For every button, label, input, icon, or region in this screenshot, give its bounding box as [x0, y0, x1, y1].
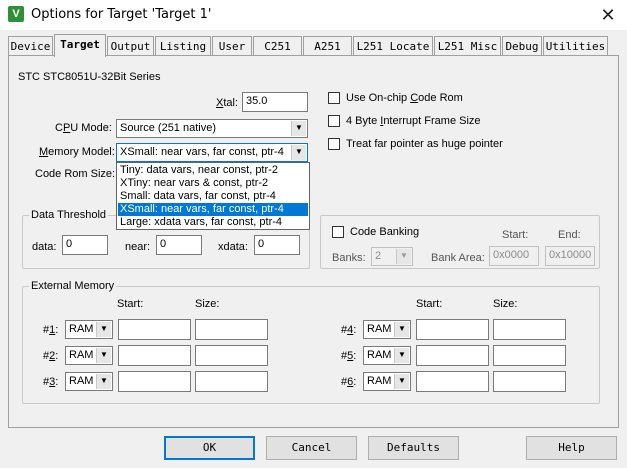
ext-mem-size-input[interactable]: [493, 345, 566, 366]
use-onchip-rom-label: Use On-chip Code Rom: [346, 92, 463, 104]
ext-size-header-left: Size:: [195, 298, 220, 310]
code-banking-label: Code Banking: [350, 226, 420, 238]
data-threshold-input[interactable]: 0: [62, 235, 108, 255]
ext-start-header-left: Start:: [117, 298, 144, 310]
ext-mem-size-input[interactable]: [195, 371, 268, 392]
ext-mem-start-input[interactable]: [416, 345, 489, 366]
tab-output[interactable]: Output: [107, 36, 154, 56]
tab-user[interactable]: User: [212, 36, 252, 56]
ext-mem-row-label: #6:: [341, 376, 357, 388]
ext-size-header-right: Size:: [493, 298, 518, 310]
code-banking-checkbox[interactable]: [332, 226, 344, 238]
xtal-label: Xtal:: [216, 97, 239, 109]
ext-mem-size-input[interactable]: [493, 319, 566, 340]
ext-mem-start-input[interactable]: [118, 319, 191, 340]
cancel-button[interactable]: Cancel: [266, 436, 357, 460]
tab-l251-misc[interactable]: L251 Misc: [434, 36, 501, 56]
bank-area-label: Bank Area:: [431, 252, 485, 264]
tab-device[interactable]: Device: [8, 36, 53, 56]
use-onchip-rom-checkbox[interactable]: [328, 92, 340, 104]
ext-mem-start-input[interactable]: [416, 371, 489, 392]
dropdown-option[interactable]: Tiny: data vars, near const, ptr-2: [118, 164, 308, 177]
ext-mem-type-select[interactable]: RAM ▼: [363, 320, 411, 339]
tab-listing[interactable]: Listing: [155, 36, 211, 56]
tab-c251[interactable]: C251: [253, 36, 302, 56]
chevron-down-icon[interactable]: ▼: [96, 348, 111, 363]
ext-mem-row-label: #4:: [341, 324, 357, 336]
xtal-input[interactable]: 35.0: [242, 92, 308, 112]
far-pointer-label: Treat far pointer as huge pointer: [346, 138, 503, 150]
four-byte-irq-label: 4 Byte Interrupt Frame Size: [346, 115, 481, 127]
tab-utilities[interactable]: Utilities: [543, 36, 608, 56]
ext-mem-start-input[interactable]: [416, 319, 489, 340]
ext-mem-start-input[interactable]: [118, 345, 191, 366]
defaults-button[interactable]: Defaults: [368, 436, 459, 460]
bank-end-input[interactable]: 0x10000: [545, 246, 595, 266]
ext-mem-type-select[interactable]: RAM ▼: [65, 320, 113, 339]
ext-mem-row-label: #5:: [341, 350, 357, 362]
chevron-down-icon[interactable]: ▼: [394, 374, 409, 389]
ext-mem-type-select[interactable]: RAM ▼: [363, 372, 411, 391]
ext-mem-type-select[interactable]: RAM ▼: [65, 346, 113, 365]
chevron-down-icon[interactable]: ▼: [396, 249, 411, 264]
data-threshold-title: Data Threshold: [29, 209, 109, 221]
ext-mem-row-label: #1:: [43, 324, 59, 336]
xdata-label: xdata:: [218, 241, 248, 253]
uvision-icon: V: [8, 6, 24, 22]
banks-label: Banks:: [332, 252, 366, 264]
memory-model-select[interactable]: XSmall: near vars, far const, ptr-4 ▼: [116, 143, 308, 162]
xdata-threshold-input[interactable]: 0: [254, 235, 300, 255]
chevron-down-icon[interactable]: ▼: [291, 145, 306, 160]
far-pointer-checkbox[interactable]: [328, 138, 340, 150]
tab-debug[interactable]: Debug: [502, 36, 542, 56]
ext-mem-row-label: #3:: [43, 376, 59, 388]
ext-mem-size-input[interactable]: [195, 345, 268, 366]
bank-start-input[interactable]: 0x0000: [489, 246, 539, 266]
chevron-down-icon[interactable]: ▼: [394, 322, 409, 337]
ext-mem-type-select[interactable]: RAM ▼: [363, 346, 411, 365]
ext-start-header-right: Start:: [416, 298, 443, 310]
cpu-mode-label: CPU Mode:: [55, 122, 112, 134]
dropdown-option[interactable]: Small: data vars, far const, ptr-4: [118, 190, 308, 203]
ext-mem-type-select[interactable]: RAM ▼: [65, 372, 113, 391]
external-memory-title: External Memory: [29, 280, 117, 292]
banks-value: 2: [375, 250, 382, 262]
code-rom-size-label: Code Rom Size:: [35, 168, 116, 180]
near-threshold-input[interactable]: 0: [156, 235, 202, 255]
tab-l251-locate[interactable]: L251 Locate: [353, 36, 433, 56]
tab-a251[interactable]: A251: [303, 36, 352, 56]
dropdown-option-selected[interactable]: XSmall: near vars, far const, ptr-4: [118, 203, 308, 216]
bank-start-label: Start:: [502, 229, 529, 241]
memory-model-value: XSmall: near vars, far const, ptr-4: [120, 146, 284, 158]
memory-model-dropdown[interactable]: Tiny: data vars, near const, ptr-2 XTiny…: [116, 162, 310, 230]
ext-mem-size-input[interactable]: [493, 371, 566, 392]
ext-mem-size-input[interactable]: [195, 319, 268, 340]
chevron-down-icon[interactable]: ▼: [291, 121, 306, 136]
tab-target[interactable]: Target: [54, 34, 106, 57]
cpu-mode-select[interactable]: Source (251 native) ▼: [116, 119, 308, 138]
memory-model-label: Memory Model:: [39, 146, 115, 158]
bank-end-label: End:: [558, 229, 581, 241]
cpu-mode-value: Source (251 native): [120, 122, 216, 134]
near-label: near:: [125, 241, 151, 253]
device-name: STC STC8051U-32Bit Series: [18, 71, 161, 83]
title-bar: V Options for Target 'Target 1' ✕: [0, 0, 627, 30]
chevron-down-icon[interactable]: ▼: [394, 348, 409, 363]
four-byte-irq-checkbox[interactable]: [328, 115, 340, 127]
tab-strip: Device Target Output Listing User C251 A…: [8, 34, 619, 57]
banks-select[interactable]: 2 ▼: [371, 247, 413, 266]
dropdown-option[interactable]: Large: xdata vars, far const, ptr-4: [118, 216, 308, 229]
ext-mem-row-label: #2:: [43, 350, 59, 362]
ext-mem-start-input[interactable]: [118, 371, 191, 392]
ok-button[interactable]: OK: [164, 436, 255, 460]
chevron-down-icon[interactable]: ▼: [96, 322, 111, 337]
dropdown-option[interactable]: XTiny: near vars & const, ptr-2: [118, 177, 308, 190]
close-icon[interactable]: ✕: [596, 4, 620, 26]
help-button[interactable]: Help: [526, 436, 617, 460]
data-label: data:: [32, 241, 57, 253]
window-title: Options for Target 'Target 1': [31, 7, 212, 22]
chevron-down-icon[interactable]: ▼: [96, 374, 111, 389]
